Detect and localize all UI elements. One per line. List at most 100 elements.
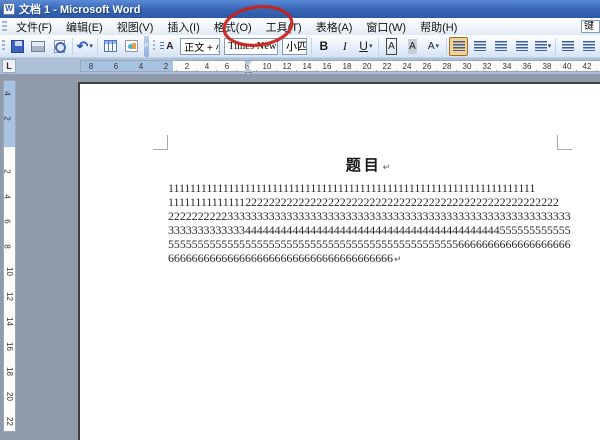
align-right-button[interactable]	[491, 37, 510, 56]
menu-bar: 文件(F) 编辑(E) 视图(V) 插入(I) 格式(O) 工具(T) 表格(A…	[0, 18, 600, 35]
font-size-combobox[interactable]: 小四 ▾	[282, 38, 307, 55]
document-area: 42246810121416182022 题目↵ 111111111111111…	[0, 74, 600, 440]
ruler-number: 10	[263, 62, 272, 71]
insert-table-icon	[104, 40, 117, 52]
ruler-number: 6	[225, 62, 229, 71]
line-spacing-button[interactable]: ▾	[533, 37, 552, 56]
ruler-number: 38	[543, 62, 552, 71]
style-combobox[interactable]: 正文 + 小四 ▾	[180, 38, 220, 55]
styles-icon: A	[160, 40, 175, 53]
ruler-number: 30	[463, 62, 472, 71]
document-line: 1111111111111111111111111111111111111111…	[168, 181, 572, 195]
ruler-number: 2	[3, 169, 12, 173]
numbered-list-icon	[562, 41, 574, 51]
ruler-number: 6	[3, 219, 12, 223]
bold-icon: B	[320, 39, 329, 54]
toolbar-separator	[72, 38, 73, 55]
tab-selector[interactable]: L	[2, 59, 16, 73]
save-icon	[11, 40, 24, 53]
ruler-number: 20	[363, 62, 372, 71]
menu-edit[interactable]: 编辑(E)	[59, 18, 110, 36]
ruler-number: 2	[185, 62, 189, 71]
horizontal-ruler-row: L 86422468101214161820222426283032343638…	[0, 58, 600, 74]
print-button[interactable]	[29, 37, 48, 56]
print-preview-button[interactable]	[50, 37, 69, 56]
ruler-number: 8	[89, 62, 93, 71]
align-left-icon	[453, 41, 465, 51]
font-combobox[interactable]: Times New Roman ▾	[224, 38, 278, 55]
align-distribute-button[interactable]	[512, 37, 531, 56]
ruler-number: 16	[5, 342, 14, 351]
ruler-number: 14	[5, 317, 14, 326]
undo-button[interactable]: ↶▾	[75, 37, 94, 56]
line-spacing-dropdown-arrow[interactable]: ▾	[548, 42, 552, 50]
document-title-text: 题目	[346, 158, 382, 174]
document-title[interactable]: 题目↵	[168, 154, 568, 175]
character-shading-icon: A	[408, 39, 417, 54]
ruler-number: 12	[283, 62, 292, 71]
numbered-list-button[interactable]	[559, 37, 578, 56]
scale-dropdown-arrow[interactable]: ▾	[436, 42, 440, 50]
styles-and-formatting-button[interactable]: A	[158, 37, 177, 56]
menubar-grip[interactable]	[2, 21, 7, 33]
italic-button[interactable]: I	[335, 37, 354, 56]
undo-dropdown-arrow[interactable]: ▾	[89, 42, 93, 50]
ruler-number: 2	[164, 62, 168, 71]
menu-view[interactable]: 视图(V)	[110, 18, 161, 36]
document-line: 3333333333333444444444444444444444444444…	[168, 223, 572, 237]
ruler-number: 32	[483, 62, 492, 71]
save-button[interactable]	[8, 37, 27, 56]
title-bar[interactable]: W 文档 1 - Microsoft Word	[0, 0, 600, 18]
character-scale-button[interactable]: A▾	[424, 37, 443, 56]
first-line-indent-marker[interactable]	[244, 61, 252, 66]
toolbar: ↶▾ » A 正文 + 小四 ▾ Times New Roman ▾ 小四 ▾ …	[0, 35, 600, 58]
menu-table[interactable]: 表格(A)	[309, 18, 360, 36]
toolbar-options-button[interactable]: »	[144, 36, 149, 57]
undo-icon: ↶	[77, 40, 89, 53]
ruler-number: 6	[114, 62, 118, 71]
ruler-number: 22	[383, 62, 392, 71]
toolbar-separator	[446, 38, 447, 55]
document-line: 5555555555555555555555555555555555555555…	[168, 237, 572, 251]
window-title: 文档 1 - Microsoft Word	[19, 1, 140, 17]
document-text[interactable]: 1111111111111111111111111111111111111111…	[168, 181, 572, 266]
line-spacing-icon	[535, 41, 547, 51]
bullet-list-button[interactable]	[580, 37, 599, 56]
menu-format[interactable]: 格式(O)	[207, 18, 259, 36]
ruler-number: 40	[563, 62, 572, 71]
horizontal-ruler: 8642246810121416182022242628303234363840…	[80, 60, 600, 72]
word-document-icon: W	[3, 3, 15, 15]
ruler-number: 42	[583, 62, 592, 71]
character-shading-button[interactable]: A	[403, 37, 422, 56]
character-border-button[interactable]: A	[382, 37, 401, 56]
drawing-icon	[125, 40, 138, 52]
help-question-box[interactable]: 键	[581, 20, 600, 33]
align-left-button[interactable]	[449, 37, 468, 56]
ruler-number: 28	[443, 62, 452, 71]
toolbar-grip[interactable]	[153, 40, 156, 52]
ruler-margin-area	[81, 61, 173, 71]
menu-help[interactable]: 帮助(H)	[413, 18, 464, 36]
bullet-list-icon	[583, 41, 595, 51]
document-line: 2222222222333333333333333333333333333333…	[168, 209, 572, 223]
ruler-number: 4	[3, 194, 12, 198]
toolbar-separator	[555, 38, 556, 55]
document-line: 1111111111111122222222222222222222222222…	[168, 195, 572, 209]
bold-button[interactable]: B	[314, 37, 333, 56]
underline-button[interactable]: U▾	[356, 37, 375, 56]
drawing-button[interactable]	[122, 37, 141, 56]
menu-tools[interactable]: 工具(T)	[259, 18, 309, 36]
ruler-number: 20	[5, 392, 14, 401]
ruler-number: 4	[3, 91, 12, 95]
toolbar-grip[interactable]	[2, 40, 5, 52]
toolbar-separator	[97, 38, 98, 55]
ruler-number: 12	[5, 292, 14, 301]
underline-dropdown-arrow[interactable]: ▾	[369, 42, 373, 50]
margin-corner-mark-top-left	[153, 135, 168, 150]
menu-file[interactable]: 文件(F)	[9, 18, 59, 36]
insert-table-button[interactable]	[101, 37, 120, 56]
menu-insert[interactable]: 插入(I)	[160, 18, 206, 36]
ruler-number: 8	[3, 244, 12, 248]
menu-window[interactable]: 窗口(W)	[359, 18, 413, 36]
align-center-button[interactable]	[470, 37, 489, 56]
